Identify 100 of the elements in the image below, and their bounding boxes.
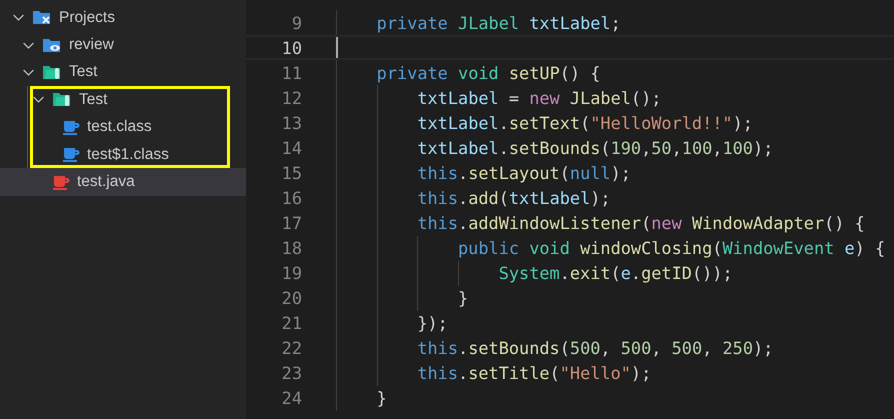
code-token: 250 [722,337,753,360]
code-token: . [458,337,468,360]
code-token: ( [610,262,621,286]
code-token: = [508,86,520,110]
folder-item[interactable]: Test [0,58,246,86]
code-token: null [570,162,611,185]
code-token: ); [732,112,753,135]
line-number: 9 [290,12,302,33]
line-number: 18 [280,238,302,258]
code-token: } [376,387,387,410]
code-token: ) { [854,237,886,260]
code-token: 50 [651,136,672,160]
code-token: setTitle [468,362,550,386]
code-token: ( [550,362,560,386]
code-token: ( [600,136,611,160]
line-number: 10 [280,38,302,58]
code-token: void [529,237,571,260]
code-token: System [498,262,560,286]
folder-item[interactable]: Test [0,86,246,114]
code-token: setLayout [468,162,560,185]
code-token: e [844,237,855,260]
code-token: setBounds [508,136,600,160]
code-token: void [458,62,500,85]
code-token: ( [560,162,570,185]
code-token: this [417,186,458,210]
text-cursor [336,37,338,58]
code-token: . [458,212,468,236]
code-token: 100 [722,136,753,160]
code-token: . [458,362,468,386]
code-token: this [417,212,458,236]
code-token: ( [641,212,652,236]
code-token: "HelloWorld!!" [590,112,733,135]
code-token: JLabel [570,86,631,110]
code-token: (); [630,86,662,110]
code-token: new [651,212,683,236]
folder-flask-icon [52,91,72,108]
folder-flask-icon [42,64,62,81]
code-token: 190 [610,136,642,160]
line-number: 19 [280,263,302,284]
file-item[interactable]: test.java [0,168,246,196]
code-token: . [458,186,468,210]
code-token: exit [570,262,611,286]
file-item[interactable]: test.class [0,114,246,141]
code-token: ( [498,186,509,210]
code-token: txtLabel [508,186,590,210]
line-number: 17 [280,213,302,234]
code-token: ( [580,112,590,135]
code-token: . [630,262,642,286]
code-token: windowClosing [580,237,712,260]
code-token: ); [630,362,652,386]
code-token: ( [560,337,570,360]
code-token: add [468,186,499,210]
code-token: "Hello" [560,362,631,386]
folder-tools-icon [32,9,52,26]
code-token: this [417,162,458,185]
code-token: 500 [620,337,652,360]
code-token: txtLabel [417,136,499,160]
code-token: , [702,337,714,360]
folder-item[interactable]: Projects [0,4,246,32]
code-token: ); [610,162,631,185]
code-token: . [560,262,570,286]
code-token: , [651,337,662,360]
code-token: ); [752,136,774,160]
code-token: txtLabel [417,86,499,110]
code-token: ()); [692,262,733,286]
code-token: setText [508,112,580,135]
file-item[interactable]: test$1.class [0,140,246,168]
code-token: ); [753,337,774,360]
line-number: 20 [280,288,302,308]
code-token: , [600,337,612,360]
code-token: , [672,136,682,160]
code-token: txtLabel [417,112,499,135]
code-token: WindowEvent [722,237,836,260]
code-token: getID [641,262,692,286]
code-token: . [498,136,509,160]
code-token: public [458,237,520,260]
code-token: () { [824,212,865,236]
code-token: e [620,262,631,286]
code-token: setBounds [468,337,560,360]
code-token: }); [417,312,448,336]
code-token: private [376,12,449,35]
code-token: JLabel [458,12,520,35]
code-token: ; [610,12,621,35]
code-token: . [498,112,509,135]
line-number: 15 [280,162,302,183]
code-token: () { [560,62,600,85]
code-token: this [417,362,458,386]
code-token: 100 [682,136,712,160]
line-number: 22 [280,338,302,358]
code-token: . [458,162,468,185]
line-number: 14 [280,138,302,158]
cup-icon [62,118,80,136]
line-number: 16 [280,188,302,208]
folder-eye-icon [42,36,62,54]
line-number: 11 [280,62,302,83]
code-token: private [376,62,449,85]
line-number: 13 [280,112,302,133]
file-item[interactable]: review [0,31,246,59]
line-number: 21 [280,313,302,334]
code-token: 500 [672,337,702,360]
